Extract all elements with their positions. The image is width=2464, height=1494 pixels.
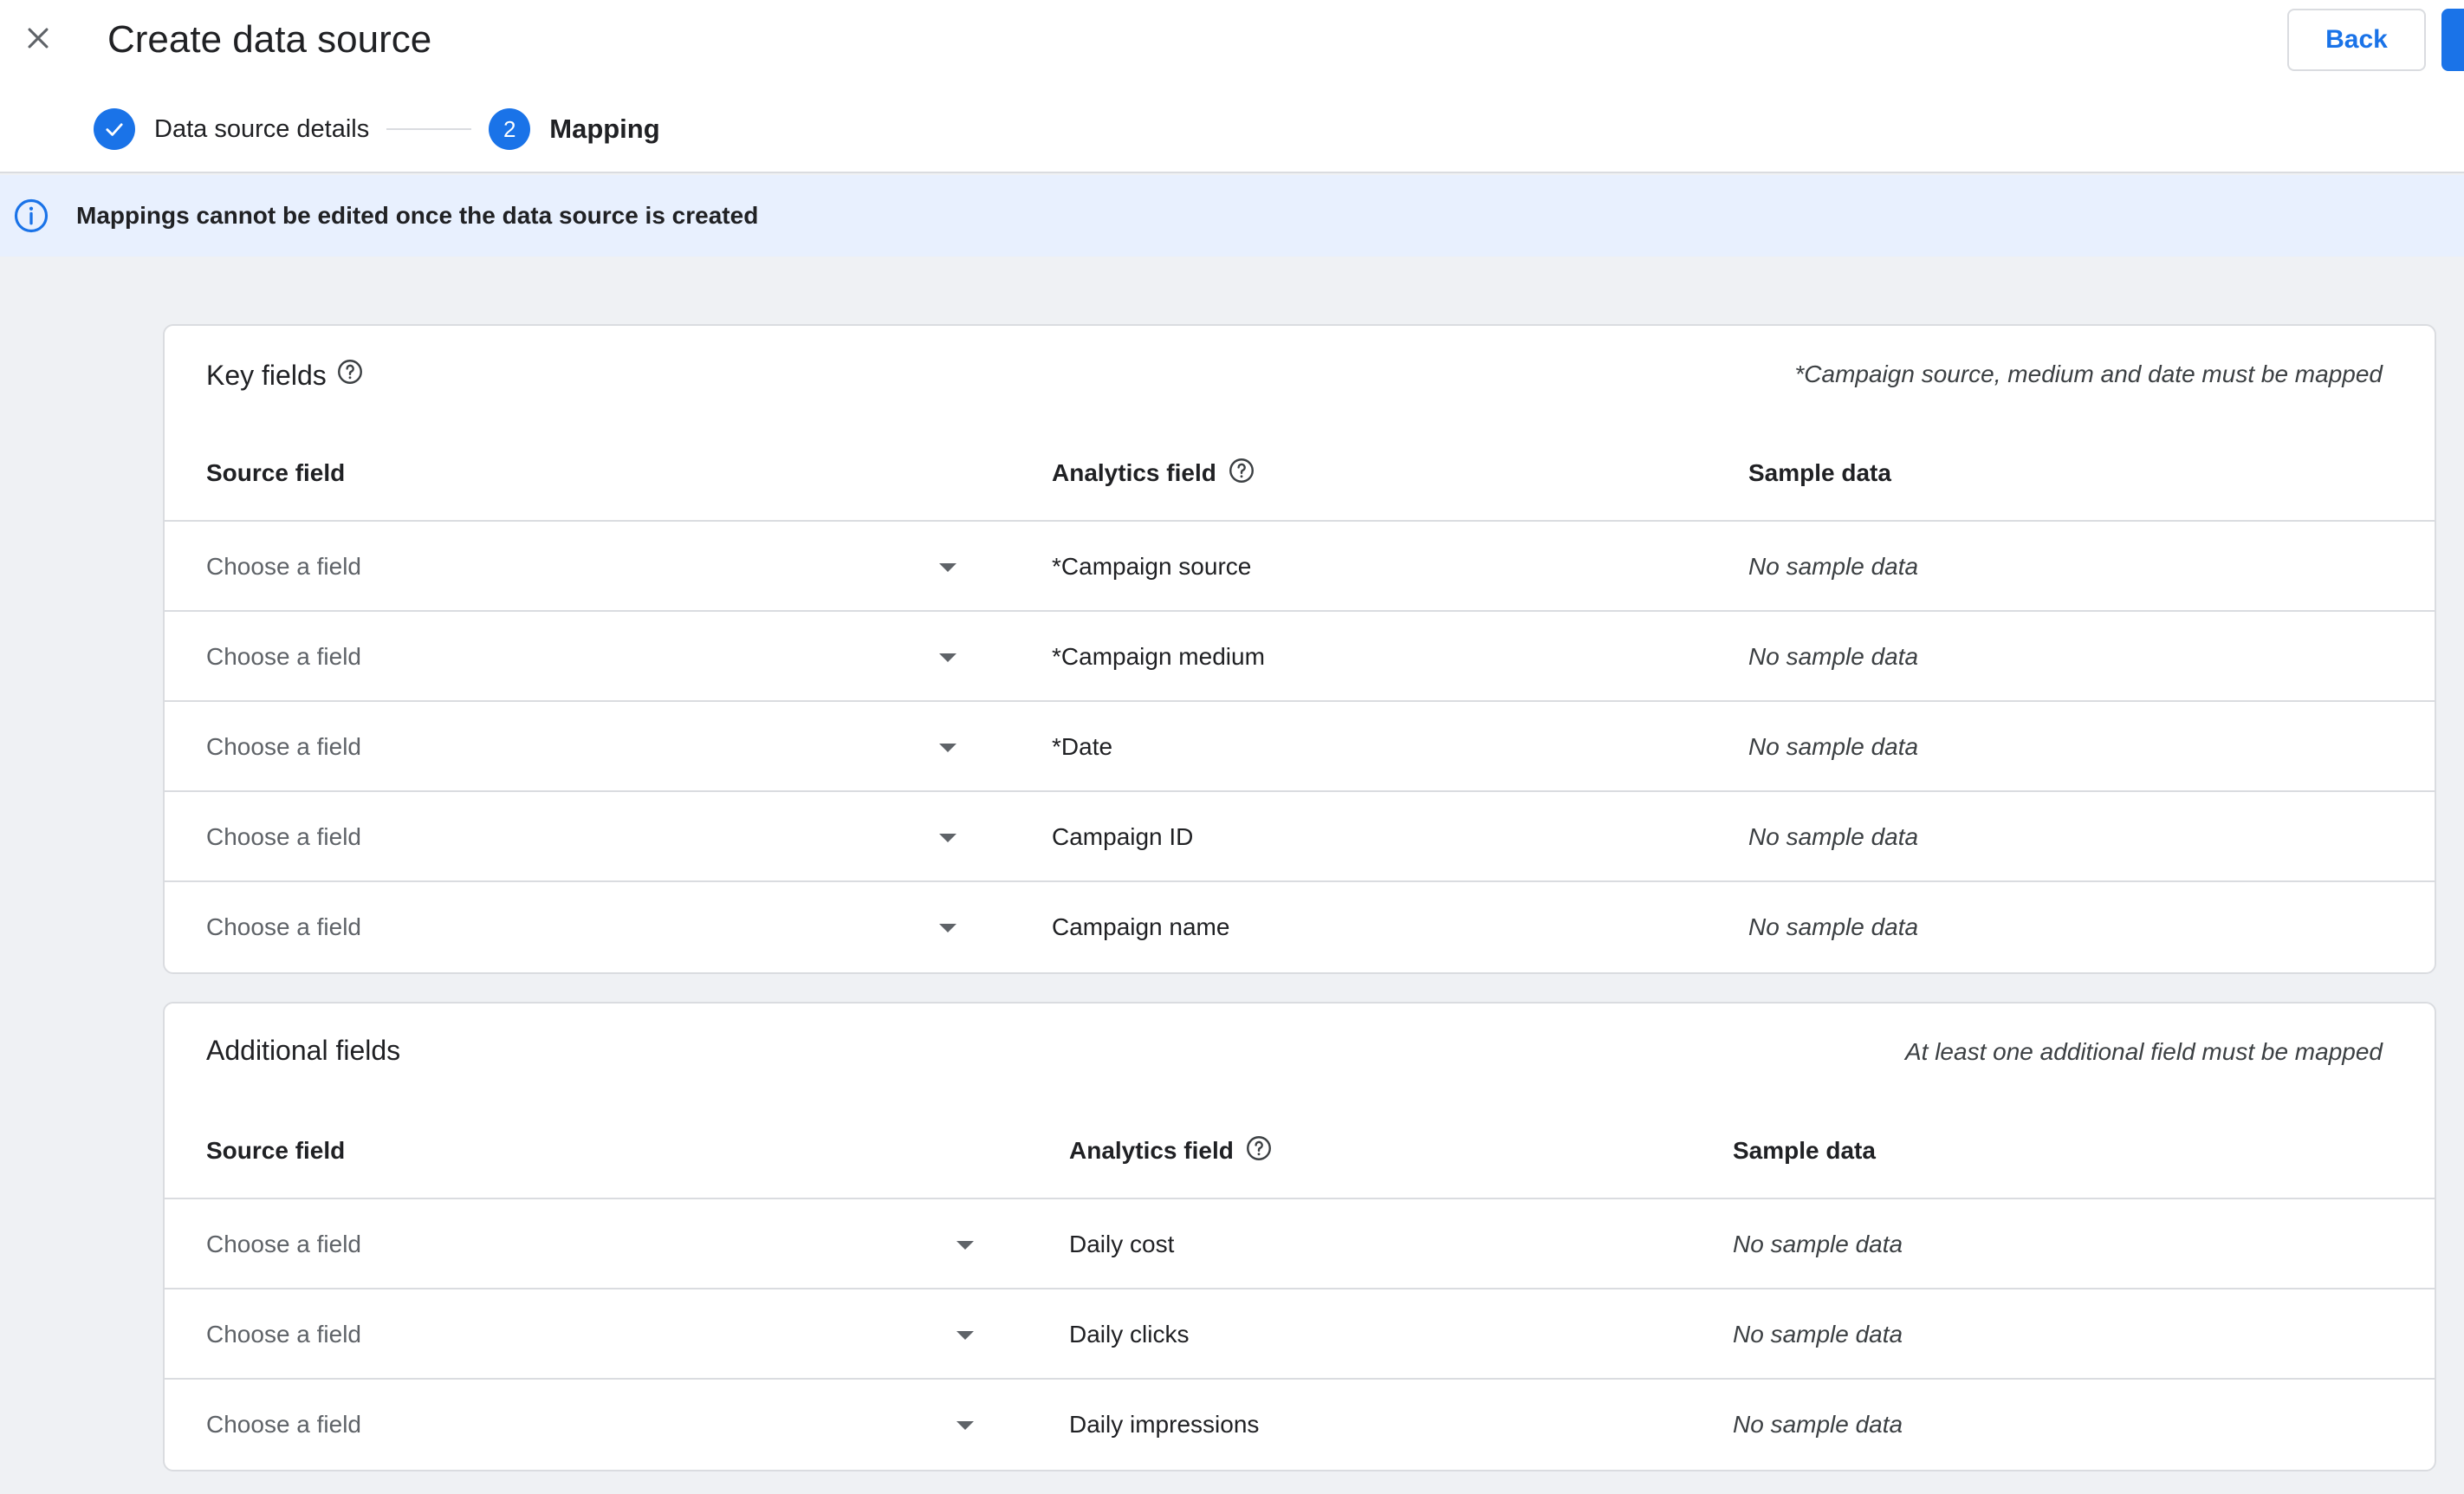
stepper: Data source details 2 Mapping — [94, 107, 660, 151]
additional-fields-title: Additional fields — [206, 1035, 401, 1066]
sample-data: No sample data — [1733, 1231, 1903, 1257]
analytics-field: *Campaign medium — [1052, 643, 1265, 670]
analytics-field: *Date — [1052, 733, 1113, 760]
key-fields-card: Key fields *Campaign source, medium and … — [163, 324, 2436, 974]
table-row: Choose a field Daily cost No sample data — [165, 1199, 2435, 1289]
analytics-field: Daily clicks — [1069, 1321, 1190, 1348]
page-header: Create data source Back Data source deta… — [0, 0, 2464, 173]
dropdown-arrow-icon — [939, 653, 956, 662]
analytics-field: *Campaign source — [1052, 553, 1252, 580]
step-number-badge: 2 — [489, 108, 531, 150]
select-placeholder: Choose a field — [206, 553, 362, 580]
dropdown-arrow-icon — [956, 1331, 974, 1340]
column-header-sample: Sample data — [1748, 459, 1891, 486]
source-field-select[interactable]: Choose a field — [206, 612, 969, 702]
table-row: Choose a field Daily impressions No samp… — [165, 1380, 2435, 1470]
sample-data: No sample data — [1748, 823, 1919, 850]
column-header-analytics: Analytics field — [1069, 1132, 1274, 1170]
source-field-select[interactable]: Choose a field — [206, 522, 969, 612]
column-header-analytics: Analytics field — [1052, 454, 1256, 492]
table-row: Choose a field *Campaign medium No sampl… — [165, 612, 2435, 702]
help-icon[interactable] — [1227, 456, 1256, 491]
table-header: Source field Analytics field Sample data — [165, 1132, 2435, 1199]
table-row: Choose a field *Campaign source No sampl… — [165, 522, 2435, 612]
source-field-select[interactable]: Choose a field — [206, 792, 969, 882]
column-header-analytics-label: Analytics field — [1052, 459, 1216, 486]
select-placeholder: Choose a field — [206, 1231, 362, 1257]
select-placeholder: Choose a field — [206, 733, 362, 760]
check-icon — [94, 108, 135, 150]
help-icon[interactable] — [1244, 1133, 1274, 1169]
card-title: Key fields — [206, 357, 365, 393]
table-row: Choose a field Campaign name No sample d… — [165, 882, 2435, 972]
source-field-select[interactable]: Choose a field — [206, 1289, 986, 1380]
select-placeholder: Choose a field — [206, 643, 362, 670]
table-row: Choose a field *Date No sample data — [165, 702, 2435, 792]
sample-data: No sample data — [1748, 643, 1919, 670]
dropdown-arrow-icon — [939, 744, 956, 752]
select-placeholder: Choose a field — [206, 1411, 362, 1438]
help-icon[interactable] — [335, 357, 365, 393]
table-header: Source field Analytics field Sample data — [165, 454, 2435, 522]
analytics-field: Campaign ID — [1052, 823, 1194, 850]
column-header-source: Source field — [206, 1137, 346, 1164]
column-header-sample: Sample data — [1733, 1137, 1876, 1164]
dropdown-arrow-icon — [939, 563, 956, 572]
select-placeholder: Choose a field — [206, 823, 362, 850]
additional-fields-note: At least one additional field must be ma… — [1904, 1038, 2383, 1065]
sample-data: No sample data — [1733, 1411, 1903, 1438]
analytics-field: Daily cost — [1069, 1231, 1175, 1257]
dropdown-arrow-icon — [956, 1241, 974, 1250]
dropdown-arrow-icon — [939, 924, 956, 932]
table-row: Choose a field Campaign ID No sample dat… — [165, 792, 2435, 882]
analytics-field: Daily impressions — [1069, 1411, 1260, 1438]
step-label-details: Data source details — [154, 114, 370, 143]
key-fields-note: *Campaign source, medium and date must b… — [1794, 361, 2383, 387]
back-button[interactable]: Back — [2287, 9, 2426, 71]
analytics-field: Campaign name — [1052, 913, 1230, 940]
sample-data: No sample data — [1748, 553, 1919, 580]
source-field-select[interactable]: Choose a field — [206, 702, 969, 792]
dropdown-arrow-icon — [939, 834, 956, 842]
table-row: Choose a field Daily clicks No sample da… — [165, 1289, 2435, 1380]
column-header-source: Source field — [206, 459, 346, 486]
column-header-analytics-label: Analytics field — [1069, 1137, 1234, 1164]
page-title: Create data source — [107, 18, 432, 61]
info-icon — [12, 197, 50, 235]
sample-data: No sample data — [1733, 1321, 1903, 1348]
create-button[interactable] — [2441, 9, 2464, 71]
dropdown-arrow-icon — [956, 1421, 974, 1430]
banner-text: Mappings cannot be edited once the data … — [76, 202, 759, 229]
card-title: Additional fields — [206, 1035, 400, 1067]
source-field-select[interactable]: Choose a field — [206, 1199, 986, 1289]
sample-data: No sample data — [1748, 913, 1919, 940]
step-label-mapping: Mapping — [549, 114, 660, 144]
key-fields-title: Key fields — [206, 359, 327, 391]
info-banner: Mappings cannot be edited once the data … — [0, 175, 2464, 257]
select-placeholder: Choose a field — [206, 1321, 362, 1348]
source-field-select[interactable]: Choose a field — [206, 882, 969, 972]
source-field-select[interactable]: Choose a field — [206, 1380, 986, 1470]
step-connector — [386, 128, 472, 130]
close-icon[interactable] — [19, 19, 57, 57]
select-placeholder: Choose a field — [206, 913, 362, 940]
additional-fields-card: Additional fields At least one additiona… — [163, 1002, 2436, 1471]
sample-data: No sample data — [1748, 733, 1919, 760]
